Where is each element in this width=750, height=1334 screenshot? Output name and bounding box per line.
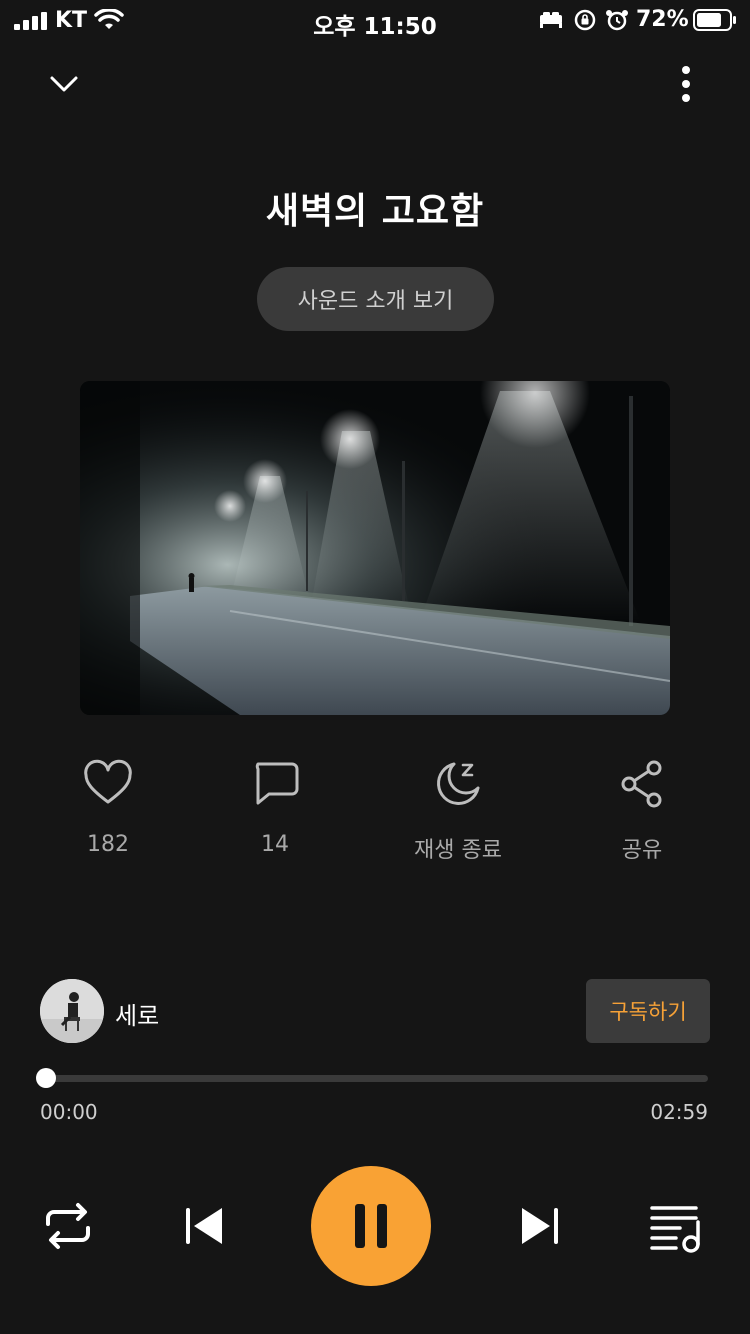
more-menu-button[interactable] [666, 64, 706, 104]
play-pause-button[interactable] [311, 1166, 431, 1286]
status-bar: KT 오후 11:50 72% [0, 0, 750, 44]
current-time: 00:00 [40, 1100, 98, 1124]
share-label: 공유 [621, 838, 663, 863]
skip-previous-icon [186, 1208, 222, 1244]
more-vertical-icon [682, 66, 690, 102]
rotation-lock-icon [574, 9, 596, 31]
skip-next-icon [522, 1208, 558, 1244]
next-button[interactable] [510, 1196, 570, 1256]
sleep-timer-icon [437, 762, 480, 805]
playlist-button[interactable] [648, 1196, 708, 1256]
sound-intro-button[interactable]: 사운드 소개 보기 [257, 267, 494, 331]
track-title: 새벽의 고요함 [265, 191, 485, 232]
sleep-timer-label: 재생 종료 [414, 838, 502, 863]
battery-percent: 72% [636, 7, 689, 32]
comment-icon [255, 762, 299, 805]
repeat-button[interactable] [38, 1196, 98, 1256]
battery-icon [693, 9, 736, 31]
repeat-icon [46, 1203, 90, 1249]
chevron-down-icon [50, 76, 78, 92]
artist-name[interactable]: 세로 [115, 996, 159, 1031]
like-button[interactable]: 182 [48, 758, 168, 857]
pause-icon [355, 1204, 387, 1248]
playlist-icon [650, 1206, 700, 1253]
artist-avatar[interactable] [40, 979, 104, 1043]
progress-handle[interactable] [36, 1068, 56, 1088]
share-icon [621, 760, 662, 808]
album-artwork [80, 381, 670, 715]
bed-icon [540, 12, 562, 28]
total-time: 02:59 [650, 1100, 708, 1124]
progress-bar[interactable] [40, 1075, 708, 1082]
like-count: 182 [87, 832, 129, 857]
comment-button[interactable]: 14 [215, 758, 335, 857]
alarm-icon [606, 10, 628, 31]
collapse-button[interactable] [44, 64, 84, 104]
share-button[interactable]: 공유 [582, 758, 702, 864]
comment-count: 14 [261, 832, 289, 857]
heart-icon [84, 759, 132, 804]
sleep-timer-button[interactable]: 재생 종료 [398, 758, 518, 864]
subscribe-button[interactable]: 구독하기 [586, 979, 710, 1043]
previous-button[interactable] [174, 1196, 234, 1256]
